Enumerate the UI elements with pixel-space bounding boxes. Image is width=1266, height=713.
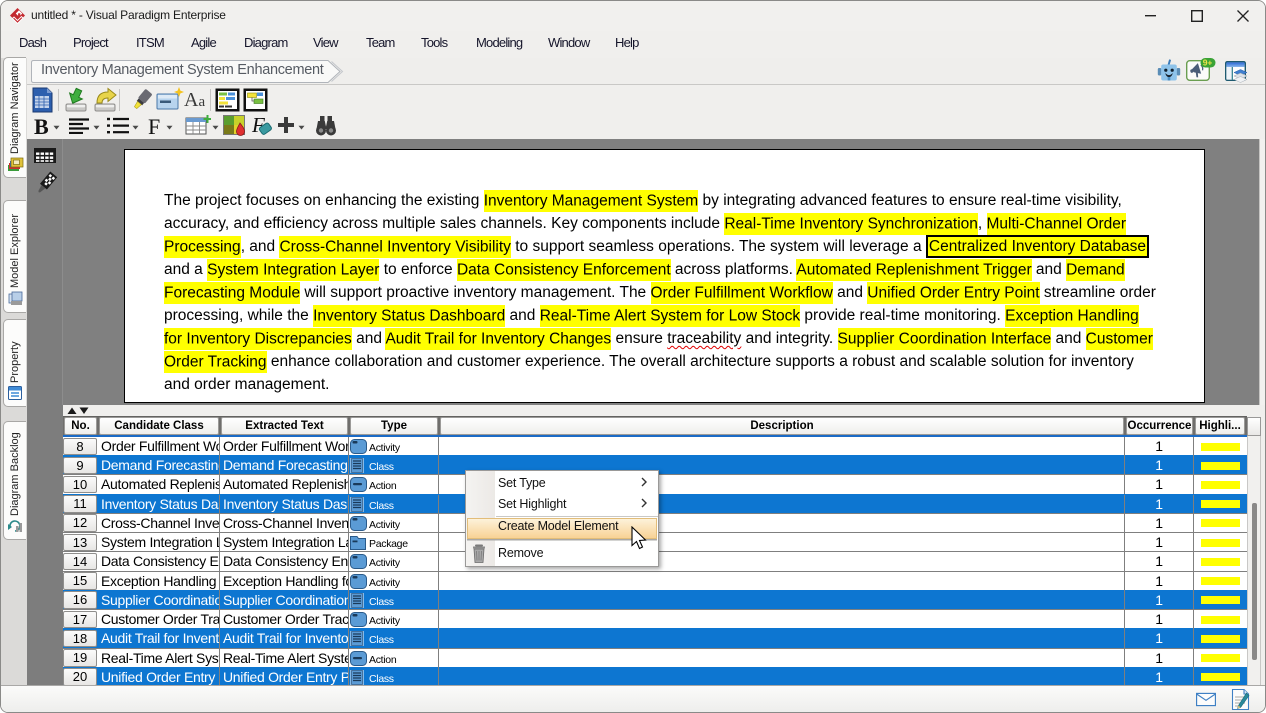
svg-text:9+: 9+ [1203,58,1213,68]
